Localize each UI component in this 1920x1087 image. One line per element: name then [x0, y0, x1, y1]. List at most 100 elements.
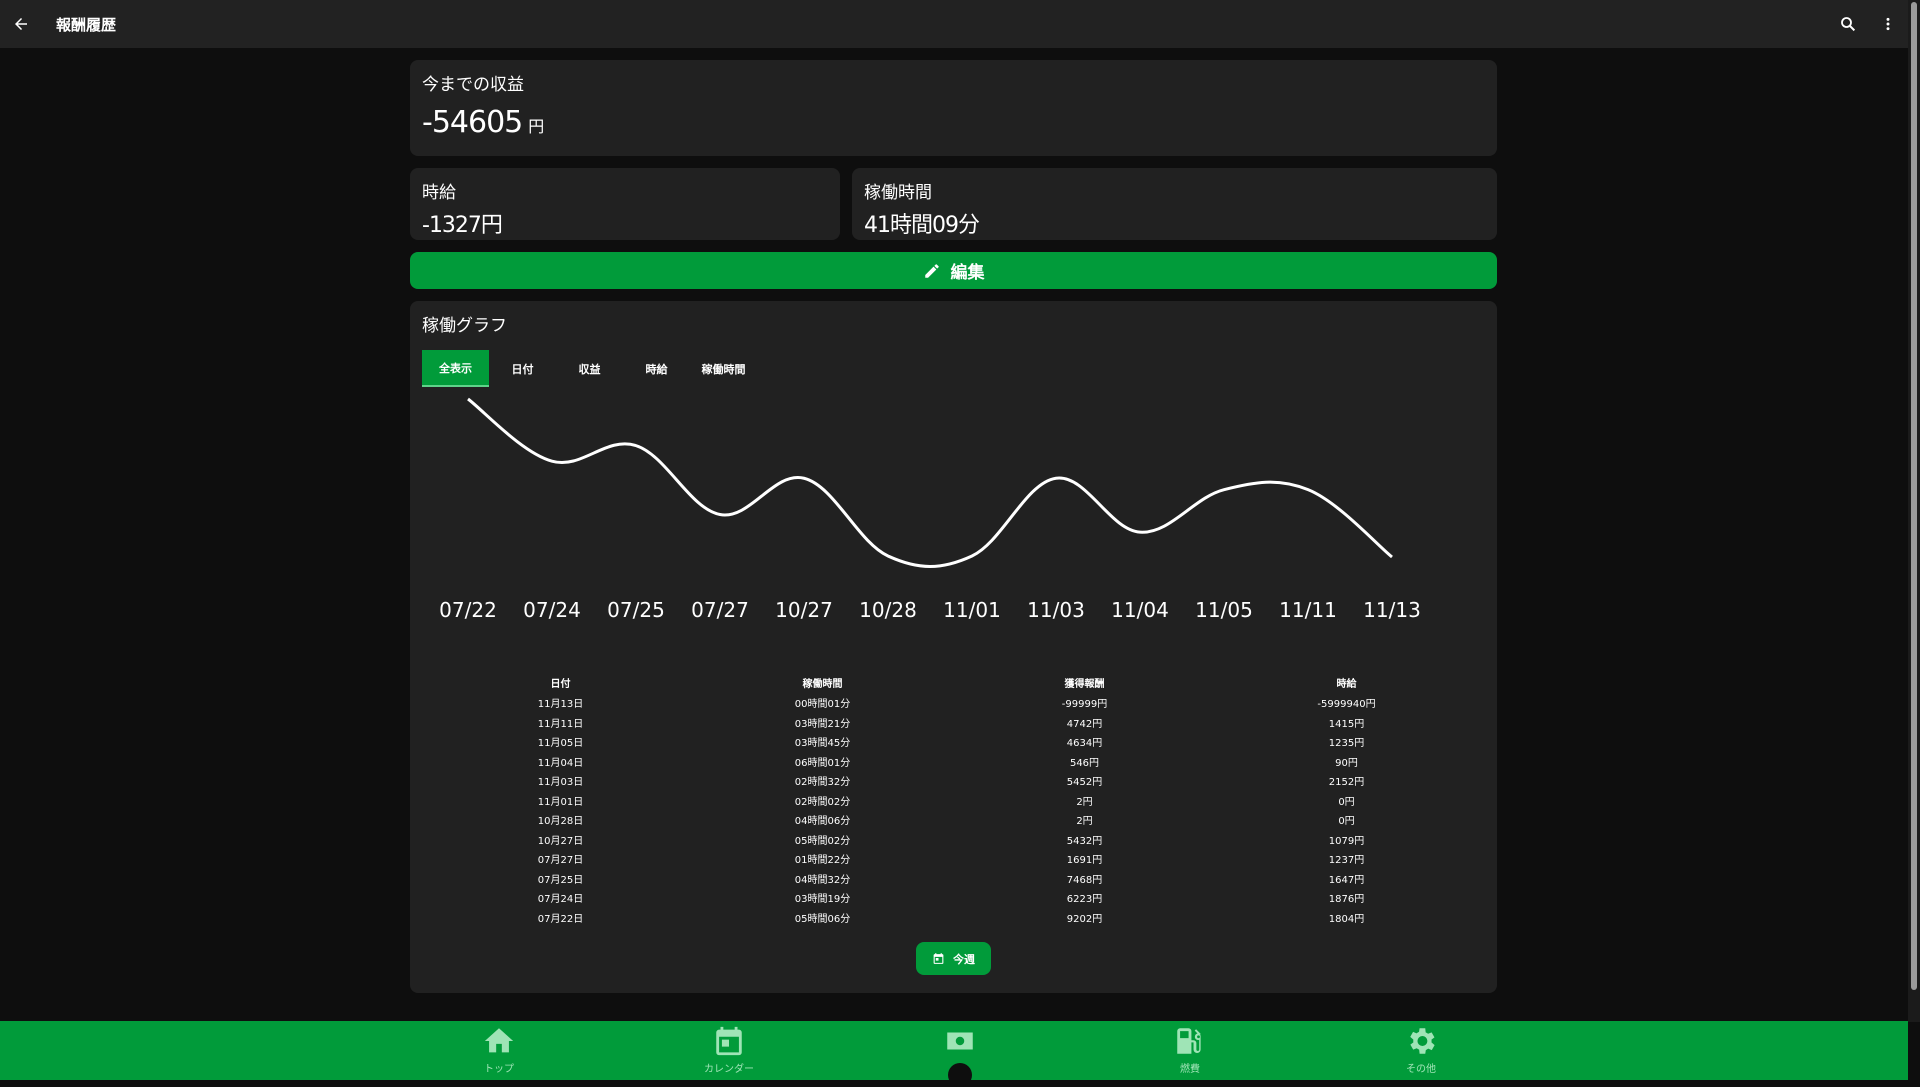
table-row: 07月24日03時間19分6223円1876円 [422, 890, 1485, 910]
table-cell: 00時間01分 [692, 695, 954, 715]
scrollbar[interactable] [1908, 0, 1920, 1022]
table-cell: 11月05日 [430, 734, 692, 754]
x-axis-tick-label: 11/04 [1111, 598, 1169, 622]
table-cell: 4634円 [954, 734, 1216, 754]
table-cell: 2円 [954, 812, 1216, 832]
table-cell: 7468円 [954, 871, 1216, 891]
calendar-icon [932, 952, 945, 965]
x-axis-tick-label: 11/13 [1363, 598, 1421, 622]
table-cell: 1235円 [1216, 734, 1478, 754]
table-row: 07月27日01時間22分1691円1237円 [422, 851, 1485, 871]
search-button[interactable] [1828, 0, 1868, 48]
table-row: 10月28日04時間06分2円0円 [422, 812, 1485, 832]
total-earnings-label: 今までの収益 [422, 70, 1485, 95]
table-row: 11月01日02時間02分2円0円 [422, 793, 1485, 813]
tab-all[interactable]: 全表示 [422, 350, 489, 387]
edit-button-label: 編集 [951, 258, 985, 283]
money-icon [943, 1024, 977, 1058]
table-row: 11月11日03時間21分4742円1415円 [422, 715, 1485, 735]
center-indicator [948, 1063, 972, 1087]
x-axis-tick-label: 07/22 [439, 598, 497, 622]
total-earnings-card: 今までの収益 -54605円 [410, 60, 1497, 156]
table-cell: 11月11日 [430, 715, 692, 735]
calendar-icon [712, 1024, 746, 1058]
work-time-card: 稼働時間 41時間09分 [852, 168, 1497, 240]
table-cell: 11月04日 [430, 754, 692, 774]
arrow-back-icon [12, 15, 30, 33]
work-time-value: 41時間09分 [864, 207, 1485, 239]
main-content: 今までの収益 -54605円 時給 -1327円 稼働時間 41時間09分 編集… [410, 60, 1497, 993]
table-header-cell: 獲得報酬 [954, 675, 1216, 695]
x-axis-tick-label: 11/05 [1195, 598, 1253, 622]
chart-series-line [468, 399, 1392, 566]
tab-worktime[interactable]: 稼働時間 [690, 350, 757, 387]
table-cell: 03時間21分 [692, 715, 954, 735]
app-bar: 報酬履歴 [0, 0, 1908, 48]
table-row: 07月25日04時間32分7468円1647円 [422, 871, 1485, 891]
tab-hourly[interactable]: 時給 [623, 350, 690, 387]
work-graph-card: 稼働グラフ 全表示 日付 収益 時給 稼働時間 07/2207/2407/250… [410, 301, 1497, 993]
table-header-cell: 稼働時間 [692, 675, 954, 695]
nav-item-fuel[interactable]: 燃費 [1130, 1021, 1250, 1080]
settings-icon [1404, 1024, 1438, 1058]
more-menu-button[interactable] [1868, 0, 1908, 48]
table-cell: 1804円 [1216, 910, 1478, 930]
tab-earnings[interactable]: 収益 [556, 350, 623, 387]
table-cell: 04時間32分 [692, 871, 954, 891]
graph-tabs: 全表示 日付 収益 時給 稼働時間 [422, 350, 1485, 387]
table-cell: 5452円 [954, 773, 1216, 793]
nav-label-top: トップ [484, 1060, 514, 1075]
scrollbar-thumb[interactable] [1911, 2, 1917, 990]
nav-item-calendar[interactable]: カレンダー [669, 1021, 789, 1080]
table-cell: 2152円 [1216, 773, 1478, 793]
table-cell: 05時間06分 [692, 910, 954, 930]
table-cell: 11月03日 [430, 773, 692, 793]
nav-label-calendar: カレンダー [704, 1060, 754, 1075]
edit-button[interactable]: 編集 [410, 252, 1497, 289]
table-cell: 10月28日 [430, 812, 692, 832]
table-cell: 1237円 [1216, 851, 1478, 871]
table-cell: 11月13日 [430, 695, 692, 715]
table-cell: 1876円 [1216, 890, 1478, 910]
table-row: 11月13日00時間01分-99999円-5999940円 [422, 695, 1485, 715]
stats-row: 時給 -1327円 稼働時間 41時間09分 [410, 168, 1497, 240]
tab-date[interactable]: 日付 [489, 350, 556, 387]
hourly-wage-label: 時給 [422, 178, 828, 203]
table-cell: 07月27日 [430, 851, 692, 871]
nav-label-fuel: 燃費 [1180, 1060, 1200, 1075]
nav-label-other: その他 [1406, 1060, 1436, 1075]
search-icon [1839, 15, 1857, 33]
table-cell: 03時間19分 [692, 890, 954, 910]
table-row: 07月22日05時間06分9202円1804円 [422, 910, 1485, 930]
table-cell: 546円 [954, 754, 1216, 774]
table-cell: 02時間02分 [692, 793, 954, 813]
table-header-cell: 日付 [430, 675, 692, 695]
table-cell: 0円 [1216, 793, 1478, 813]
home-icon [482, 1024, 516, 1058]
nav-item-other[interactable]: その他 [1361, 1021, 1481, 1080]
table-cell: 07月24日 [430, 890, 692, 910]
table-row: 11月05日03時間45分4634円1235円 [422, 734, 1485, 754]
x-axis-tick-label: 11/11 [1279, 598, 1337, 622]
table-row: 10月27日05時間02分5432円1079円 [422, 832, 1485, 852]
table-cell: 10月27日 [430, 832, 692, 852]
table-cell: 05時間02分 [692, 832, 954, 852]
nav-item-top[interactable]: トップ [439, 1021, 559, 1080]
page-title: 報酬履歴 [56, 14, 116, 35]
x-axis-tick-label: 07/24 [523, 598, 581, 622]
table-header-cell: 時給 [1216, 675, 1478, 695]
table-cell: 01時間22分 [692, 851, 954, 871]
work-time-label: 稼働時間 [864, 178, 1485, 203]
back-button[interactable] [0, 0, 42, 48]
table-cell: 1647円 [1216, 871, 1478, 891]
total-earnings-amount: -54605 [422, 105, 522, 140]
table-cell: 1079円 [1216, 832, 1478, 852]
table-cell: 07月22日 [430, 910, 692, 930]
this-week-label: 今週 [953, 951, 975, 967]
this-week-button[interactable]: 今週 [916, 942, 991, 975]
table-cell: 03時間45分 [692, 734, 954, 754]
table-cell: 4742円 [954, 715, 1216, 735]
work-line-chart: 07/2207/2407/2507/2710/2710/2811/0111/03… [422, 389, 1485, 657]
hourly-wage-card: 時給 -1327円 [410, 168, 840, 240]
table-cell: 04時間06分 [692, 812, 954, 832]
